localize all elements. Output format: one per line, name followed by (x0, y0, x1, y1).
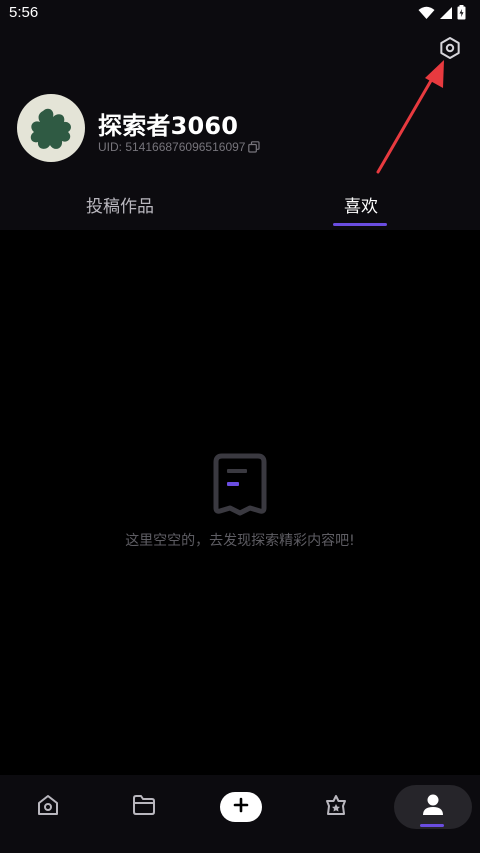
nav-star[interactable] (314, 775, 358, 839)
folder-icon (132, 794, 156, 820)
profile-tabs: 投稿作品 喜欢 (0, 186, 480, 230)
status-icons (418, 5, 466, 24)
battery-icon (457, 5, 466, 24)
empty-state: 这里空空的，去发现探索精彩内容吧! (0, 452, 480, 550)
star-icon (324, 794, 348, 820)
home-icon (37, 794, 59, 820)
tab-selected-indicator (333, 223, 387, 226)
username: 探索者3060 (98, 112, 239, 140)
settings-gear-icon (438, 36, 462, 64)
plus-icon (233, 797, 249, 817)
uid-row: UID: 514166876096516097 (98, 140, 261, 154)
status-bar: 5:56 (0, 0, 480, 28)
wifi-icon (418, 5, 435, 24)
tab-likes[interactable]: 喜欢 (344, 192, 378, 217)
nav-profile[interactable] (394, 785, 472, 829)
tab-works[interactable]: 投稿作品 (86, 192, 154, 217)
empty-box-icon (0, 452, 480, 516)
bottom-nav (0, 775, 480, 853)
empty-state-text: 这里空空的，去发现探索精彩内容吧! (125, 533, 355, 549)
user-icon (422, 793, 444, 821)
signal-icon (439, 5, 453, 24)
copy-icon[interactable] (248, 141, 261, 153)
avatar[interactable] (17, 94, 85, 162)
add-button[interactable] (220, 792, 262, 822)
settings-button[interactable] (436, 36, 464, 64)
nav-selected-indicator (420, 824, 444, 827)
nav-home[interactable] (26, 775, 70, 839)
uid-text: UID: 514166876096516097 (98, 140, 246, 154)
nav-add[interactable] (219, 775, 263, 839)
status-time: 5:56 (9, 4, 39, 21)
nav-folder[interactable] (122, 775, 166, 839)
